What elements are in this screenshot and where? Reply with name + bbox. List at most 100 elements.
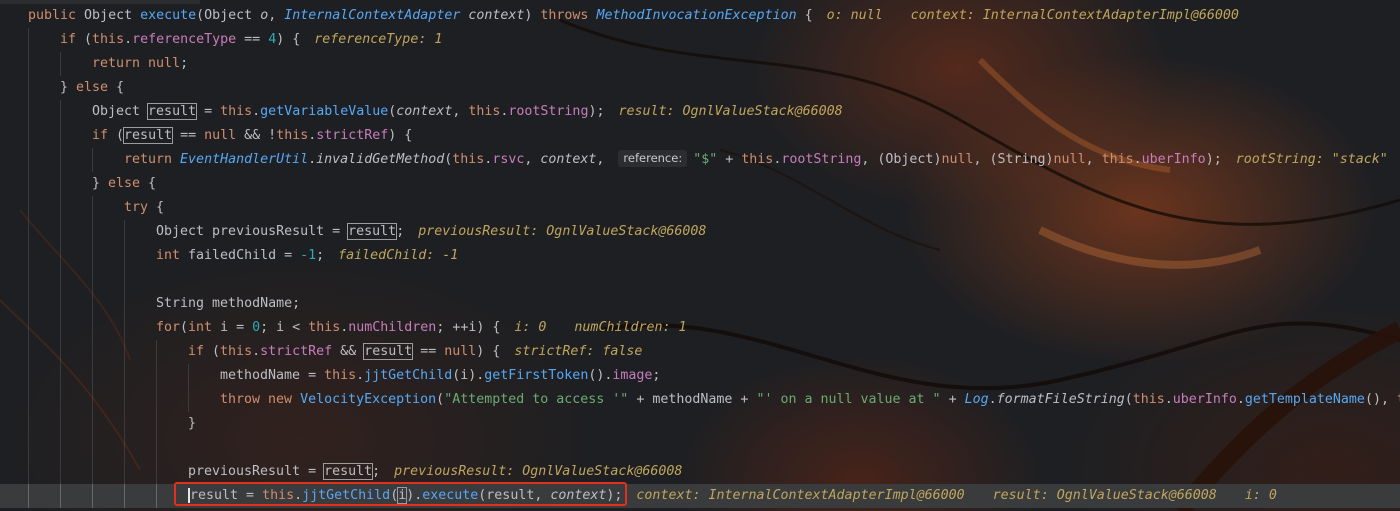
- code-token: =: [300, 464, 325, 479]
- code-token: ).: [468, 368, 485, 383]
- indent-guide: [28, 52, 29, 76]
- indent-guide: [92, 148, 93, 172]
- code-text[interactable]: if (this.strictRef && result == null) {s…: [188, 340, 642, 364]
- code-token: rootString: [508, 104, 589, 119]
- indent-guide: [60, 340, 61, 364]
- debug-inline-value: i: 0: [514, 320, 547, 335]
- code-text[interactable]: }: [188, 412, 196, 436]
- indent-guide: [60, 196, 61, 220]
- code-text[interactable]: public Object execute(Object o, Internal…: [28, 4, 1239, 28]
- code-text[interactable]: Object previousResult = result; previousR…: [156, 220, 706, 244]
- code-text[interactable]: Object result = this.getVariableValue(co…: [92, 100, 843, 124]
- code-token: .: [308, 152, 317, 167]
- code-line[interactable]: } else {: [0, 76, 1400, 100]
- indent-guide: [124, 364, 125, 388]
- code-token: ().: [588, 368, 613, 383]
- code-token: null: [148, 56, 181, 71]
- code-line[interactable]: for(int i = 0; i < this.numChildren; ++i…: [0, 316, 1400, 340]
- code-text[interactable]: int failedChild = -1; failedChild: -1: [156, 244, 458, 268]
- indent-guide: [28, 364, 29, 388]
- code-token: null: [1053, 152, 1086, 167]
- code-line[interactable]: Object previousResult = result; previousR…: [0, 220, 1400, 244]
- code-line[interactable]: throw new VelocityException("Attempted t…: [0, 388, 1400, 412]
- code-token: , (String): [973, 152, 1054, 167]
- code-token: +: [717, 152, 742, 167]
- code-line[interactable]: return null;: [0, 52, 1400, 76]
- indent-guide: [92, 364, 93, 388]
- code-token: MethodInvocationException: [596, 8, 797, 23]
- code-token: o: [260, 8, 269, 23]
- indent-guide: [60, 412, 61, 436]
- code-text[interactable]: previousResult = result; previousResult: …: [188, 460, 682, 484]
- code-token: .: [252, 104, 261, 119]
- code-text[interactable]: if (this.referenceType == 4) {referenceT…: [60, 28, 442, 52]
- indent-guide: [60, 460, 61, 484]
- indent-guide: [124, 220, 125, 244]
- indent-guide: [60, 172, 61, 196]
- code-text[interactable]: return null;: [92, 52, 188, 76]
- highlighted-usage: result: [323, 463, 374, 480]
- code-line[interactable]: if (result == null && !this.strictRef) {: [0, 124, 1400, 148]
- code-token: throws: [540, 8, 597, 23]
- code-token: for: [156, 320, 181, 335]
- code-token: ) {: [476, 344, 501, 359]
- debug-inline-value: context: InternalContextAdapterImpl@6600…: [910, 8, 1239, 23]
- code-line[interactable]: return EventHandlerUtil.invalidGetMethod…: [0, 148, 1400, 172]
- indent-guide: [124, 244, 125, 268]
- code-line[interactable]: if (this.strictRef && result == null) {s…: [0, 340, 1400, 364]
- code-token: "Attempted to access '": [444, 392, 629, 407]
- code-token: .: [1164, 392, 1173, 407]
- indent-guide: [124, 340, 125, 364]
- code-token: int: [188, 320, 221, 335]
- code-line[interactable]: [0, 436, 1400, 460]
- code-token: ) {: [388, 128, 413, 143]
- debug-inline-value: result: OgnlValueStack@66008: [618, 104, 843, 119]
- code-token: ) {: [476, 320, 501, 335]
- code-text[interactable]: throw new VelocityException("Attempted t…: [220, 388, 1400, 412]
- code-line[interactable]: String methodName;: [0, 292, 1400, 316]
- code-token: invalidGetMethod: [316, 152, 445, 167]
- code-text[interactable]: if (result == null && !this.strictRef) {: [92, 124, 412, 148]
- code-line[interactable]: public Object execute(Object o, Internal…: [0, 4, 1400, 28]
- code-token: this: [468, 104, 501, 119]
- code-token: i: [276, 320, 285, 335]
- indent-guide: [92, 316, 93, 340]
- code-token: strictRef: [260, 344, 333, 359]
- code-token: context: [396, 104, 453, 119]
- code-token: Log: [964, 392, 989, 407]
- code-token: }: [188, 416, 197, 431]
- code-text[interactable]: try {: [124, 196, 164, 220]
- indent-guide: [188, 388, 189, 412]
- code-text[interactable]: } else {: [92, 172, 156, 196]
- indent-guide: [60, 52, 61, 76]
- code-token: (: [1124, 392, 1133, 407]
- indent-guide: [28, 148, 29, 172]
- code-text[interactable]: } else {: [60, 76, 124, 100]
- code-text[interactable]: for(int i = 0; i < this.numChildren; ++i…: [156, 316, 687, 340]
- code-token: =: [300, 368, 325, 383]
- code-line[interactable]: }: [0, 412, 1400, 436]
- debug-inline-value: previousResult: OgnlValueStack@66008: [394, 464, 683, 479]
- code-token: ==: [412, 344, 445, 359]
- code-token: rootString: [781, 152, 862, 167]
- code-editor[interactable]: public Object execute(Object o, Internal…: [0, 0, 1400, 511]
- code-token: }: [92, 176, 109, 191]
- code-token: .: [1236, 392, 1245, 407]
- code-line[interactable]: methodName = this.jjtGetChild(i).getFirs…: [0, 364, 1400, 388]
- indent-guide: [60, 220, 61, 244]
- code-text[interactable]: String methodName;: [156, 292, 300, 316]
- code-line[interactable]: if (this.referenceType == 4) {referenceT…: [0, 28, 1400, 52]
- code-text[interactable]: return EventHandlerUtil.invalidGetMethod…: [124, 148, 1388, 172]
- code-text[interactable]: methodName = this.jjtGetChild(i).getFirs…: [220, 364, 660, 388]
- code-line[interactable]: int failedChild = -1; failedChild: -1: [0, 244, 1400, 268]
- code-line[interactable]: Object result = this.getVariableValue(co…: [0, 100, 1400, 124]
- code-line[interactable]: [0, 268, 1400, 292]
- indent-guide: [124, 268, 125, 292]
- code-line[interactable]: try {: [0, 196, 1400, 220]
- code-line[interactable]: previousResult = result; previousResult: …: [0, 460, 1400, 484]
- code-token: this: [92, 32, 125, 47]
- code-line[interactable]: } else {: [0, 172, 1400, 196]
- code-token: (: [116, 128, 125, 143]
- indent-guide: [28, 436, 29, 460]
- code-token: this: [741, 152, 774, 167]
